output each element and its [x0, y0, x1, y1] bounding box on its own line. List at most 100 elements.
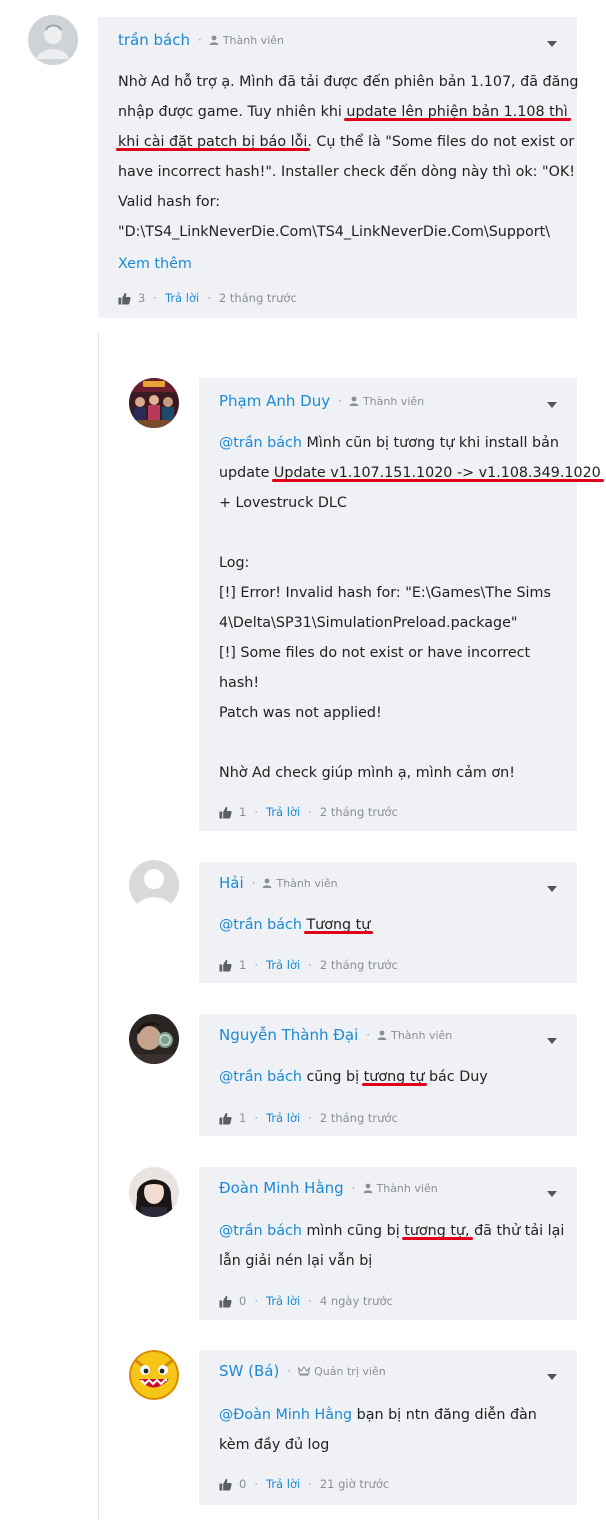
chevron-down-icon[interactable] [547, 41, 557, 47]
author-role: Thành viên [376, 1181, 438, 1195]
see-more-link[interactable]: Xem thêm [118, 249, 561, 279]
comment-bubble: Phạm Anh Duy · Thành viên @trần bách Mìn… [199, 378, 601, 831]
comment-doan-minh-hang: Đoàn Minh Hằng · Thành viên @trần bách m… [0, 1165, 606, 1322]
avatar[interactable] [28, 15, 78, 65]
avatar[interactable] [129, 1350, 179, 1400]
chevron-down-icon[interactable] [547, 1374, 557, 1380]
user-icon [349, 396, 359, 406]
comment-text: @trần bách cũng bị tương tự bác Duy [219, 1062, 561, 1092]
thumbs-up-icon[interactable] [118, 292, 131, 305]
thumbs-up-icon[interactable] [219, 1478, 232, 1491]
chevron-down-icon[interactable] [547, 886, 557, 892]
text-line: Valid hash for: [118, 194, 221, 210]
comment-header: Đoàn Minh Hằng · Thành viên [219, 1179, 438, 1197]
comment-meta: 0 · Trả lời · 4 ngày trước [219, 1293, 393, 1309]
comment-meta: 3 · Trả lời · 2 tháng trước [118, 290, 297, 306]
comment-bubble: Nguyễn Thành Đại · Thành viên @trần bách… [199, 1014, 577, 1136]
text-line: [!] Error! Invalid hash for: "E:\Games\T… [219, 585, 551, 601]
user-icon [262, 878, 272, 888]
thumbs-up-icon[interactable] [219, 1112, 232, 1125]
text-line: lẫn giải nén lại vẫn bị [219, 1253, 373, 1269]
timestamp: 2 tháng trước [319, 958, 398, 972]
author-role: Thành viên [362, 394, 425, 408]
timestamp: 4 ngày trước [319, 1294, 393, 1308]
reply-link[interactable]: Trả lời [165, 291, 199, 305]
like-count: 1 [239, 805, 247, 819]
avatar[interactable] [129, 1014, 179, 1064]
author-name[interactable]: Đoàn Minh Hằng [219, 1179, 344, 1197]
thumbs-up-icon[interactable] [219, 806, 232, 819]
text-line: nhập được game. Tuy nhiên khi update lên… [118, 104, 568, 120]
text-line: Nhờ Ad check giúp mình ạ, mình cảm ơn! [219, 765, 515, 781]
comment-text: Nhờ Ad hỗ trợ ạ. Mình đã tải được đến ph… [118, 67, 579, 279]
comment-text: @trần bách mình cũng bị tương tự, đã thử… [219, 1216, 565, 1276]
comment-header: Hải · Thành viên [219, 874, 338, 892]
text-line [219, 728, 561, 758]
mention-link[interactable]: @trần bách [219, 1223, 302, 1239]
author-role: Thành viên [222, 33, 284, 47]
comment-header: SW (Bá) · Quản trị viên [219, 1362, 386, 1380]
text-line: @trần bách mình cũng bị tương tự, đã thử… [219, 1223, 565, 1239]
underlined-text: khi cài đặt patch bị báo lỗi [118, 134, 308, 150]
comment-meta: 1 · Trả lời · 2 tháng trước [219, 1110, 398, 1126]
comment-bubble: SW (Bá) · Quản trị viên @Đoàn Minh Hằng … [199, 1350, 577, 1505]
comment-header: trần bách · Thành viên [118, 29, 284, 51]
comment-sw-ba: SW (Bá) · Quản trị viên @Đoàn Minh Hằng … [0, 1348, 606, 1508]
text-line: [!] Some files do not exist or have inco… [219, 645, 531, 661]
comment-bubble: trần bách · Thành viên Nhờ Ad hỗ trợ ạ. … [98, 17, 579, 318]
author-role: Quản trị viên [314, 1364, 386, 1378]
avatar[interactable] [129, 860, 179, 910]
mention-link[interactable]: @Đoàn Minh Hằng [219, 1407, 352, 1423]
reply-link[interactable]: Trả lời [266, 958, 300, 972]
mention-link[interactable]: @trần bách [219, 435, 302, 451]
text-line: Nhờ Ad hỗ trợ ạ. Mình đã tải được đến ph… [118, 74, 579, 90]
comment-header: Nguyễn Thành Đại · Thành viên [219, 1026, 453, 1044]
author-name[interactable]: SW (Bá) [219, 1362, 279, 1380]
underlined-text: tương tự, [404, 1223, 470, 1239]
text-line [219, 518, 561, 548]
text-line: "D:\TS4_LinkNeverDie.Com\TS4_LinkNeverDi… [118, 224, 551, 240]
like-count: 1 [239, 958, 247, 972]
comment-nguyen-thanh-dai: Nguyễn Thành Đại · Thành viên @trần bách… [0, 1012, 606, 1138]
timestamp: 2 tháng trước [319, 805, 398, 819]
thumbs-up-icon[interactable] [219, 959, 232, 972]
text-line: @trần bách Tương tự [219, 910, 561, 940]
reply-link[interactable]: Trả lời [266, 805, 300, 819]
comment-bubble: Hải · Thành viên @trần bách Tương tự 1 ·… [199, 862, 577, 983]
avatar[interactable] [129, 1167, 179, 1217]
user-icon [209, 35, 219, 45]
monster-emoji-avatar [129, 1350, 179, 1400]
comment-meta: 1 · Trả lời · 2 tháng trước [219, 804, 398, 820]
author-name[interactable]: Nguyễn Thành Đại [219, 1026, 358, 1044]
underlined-text: update lên phiện bản 1.108 thì [346, 104, 568, 120]
comment-bubble: Đoàn Minh Hằng · Thành viên @trần bách m… [199, 1167, 577, 1320]
profile-photo-avatar [129, 1014, 179, 1064]
text-line: @trần bách Mình cũn bị tương tự khi inst… [219, 435, 559, 451]
like-count: 3 [138, 291, 146, 305]
text-line: hash! [219, 675, 260, 691]
reply-link[interactable]: Trả lời [266, 1477, 300, 1491]
author-name[interactable]: Hải [219, 874, 244, 892]
author-name[interactable]: Phạm Anh Duy [219, 392, 330, 410]
chevron-down-icon[interactable] [547, 1191, 557, 1197]
avatar[interactable] [129, 378, 179, 428]
underlined-text: Tương tự [306, 917, 371, 933]
reply-link[interactable]: Trả lời [266, 1111, 300, 1125]
text-line: 4\Delta\SP31\SimulationPreload.package" [219, 615, 518, 631]
thumbs-up-icon[interactable] [219, 1295, 232, 1308]
author-name[interactable]: trần bách [118, 31, 190, 49]
chevron-down-icon[interactable] [547, 1038, 557, 1044]
text-line: have incorrect hash!". Installer check đ… [118, 164, 575, 180]
comment-meta: 1 · Trả lời · 2 tháng trước [219, 957, 398, 973]
text-line: Log: [219, 555, 250, 571]
reply-link[interactable]: Trả lời [266, 1294, 300, 1308]
timestamp: 2 tháng trước [319, 1111, 398, 1125]
chevron-down-icon[interactable] [547, 402, 557, 408]
like-count: 0 [239, 1294, 247, 1308]
default-avatar-icon [28, 15, 78, 65]
group-photo-avatar [129, 378, 179, 428]
underlined-text: tương tự [363, 1069, 425, 1085]
mention-link[interactable]: @trần bách [219, 917, 302, 933]
author-role: Thành viên [391, 1028, 453, 1042]
mention-link[interactable]: @trần bách [219, 1069, 302, 1085]
